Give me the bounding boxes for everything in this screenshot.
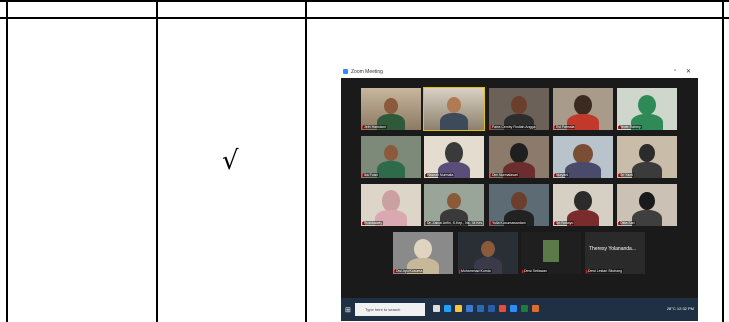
participant-tile: Farra Cemby Rodiah Angga [489,88,549,130]
participant-name: Farra Cemby Rodiah Angga [491,125,537,129]
participant-name: Dini Nurmalasari [491,173,519,177]
table-row-divider [0,17,729,19]
chrome-icon[interactable] [499,305,506,312]
table-left-border [6,0,8,322]
participant-name: Sri Rahayu [555,221,575,225]
participant-name: Yenie Rahmy [619,125,642,129]
participant-name: Dewi Setiawan [523,269,549,273]
edge-icon[interactable] [444,305,451,312]
participant-name: Jefri Hamdani [363,125,387,129]
zoom-screenshot: Zoom Meeting ▫ ✕ Jefri Hamdani Farra Cem… [341,66,698,321]
participant-name: Muhammad Kurnia [460,269,492,273]
windows-start-icon[interactable]: ⊞ [345,306,351,314]
table-column-divider-2 [305,0,307,322]
participant-name: Yulia Kusumawardani [491,221,527,225]
search-placeholder: Type here to search [365,307,401,312]
participant-tile: Yenie Rahmy [617,88,677,130]
participant-tile: Nuryani [553,136,613,178]
participant-tile: Theresy Yolananda... Dewi Lestari Sitoha… [585,232,645,274]
participant-tile: Muhammad Kurnia [458,232,518,274]
participant-name: Rosidawaty [363,221,384,225]
word-icon[interactable] [488,305,495,312]
minimize-icon[interactable]: ▫ [674,68,676,74]
participant-tile: Okta Sari [617,184,677,226]
participant-name: Okta Sari [619,221,636,225]
participant-tile: Dwi Ayu Kusuma [393,232,453,274]
mail-icon[interactable] [477,305,484,312]
participant-name: Sri Yanti [619,173,634,177]
participant-tile: Ika Fuad [361,136,421,178]
table-right-border [722,0,724,322]
zoom-title-bar: Zoom Meeting ▫ ✕ [341,66,698,78]
powerpoint-icon[interactable] [532,305,539,312]
participant-tile: Rosidawaty [361,184,421,226]
task-view-icon[interactable] [433,305,440,312]
close-icon[interactable]: ✕ [686,68,691,75]
gallery-view: Jefri Hamdani Farra Cemby Rodiah Angga E… [341,78,698,298]
participant-name: Ika Fuad [363,173,379,177]
table-column-divider-1 [156,0,158,322]
zoom-taskbar-icon[interactable] [510,305,517,312]
participant-tile: Dr. Zainal Arifin, S.Kep., Ns., M.Kes [424,184,484,226]
participant-tile: Sri Rahayu [553,184,613,226]
participant-name: Dr. Zainal Arifin, S.Kep., Ns., M.Kes [426,221,484,225]
taskbar-search-box[interactable]: Type here to search [355,303,425,316]
check-mark: √ [222,146,239,176]
participant-text-label: Theresy Yolananda... [589,246,636,252]
participant-tile: Evi Fatmala [553,88,613,130]
participant-name: Nuryani [555,173,570,177]
participant-tile: Dewi Setiawan [521,232,581,274]
participant-tile: Dini Nurmalasari [489,136,549,178]
participant-tile: Sri Yanti [617,136,677,178]
participant-name: Hasnah Nurmala [426,173,455,177]
participant-name: Evi Fatmala [555,125,576,129]
participant-name: Dwi Ayu Kusuma [395,269,424,273]
zoom-logo-icon [343,69,348,74]
participant-tile: Hasnah Nurmala [424,136,484,178]
store-icon[interactable] [466,305,473,312]
zoom-window-title: Zoom Meeting [351,69,383,75]
windows-taskbar: ⊞ Type here to search 28°C 12:32 PM [341,298,698,321]
system-tray: 28°C 12:32 PM [666,306,694,311]
participant-tile: Jefri Hamdani [361,88,421,130]
participant-tile: Yulia Kusumawardani [489,184,549,226]
excel-icon[interactable] [521,305,528,312]
participant-name: Dewi Lestari Sitohang [587,269,624,273]
table-top-border [0,0,729,2]
file-explorer-icon[interactable] [455,305,462,312]
participant-tile-active-speaker [423,87,485,131]
